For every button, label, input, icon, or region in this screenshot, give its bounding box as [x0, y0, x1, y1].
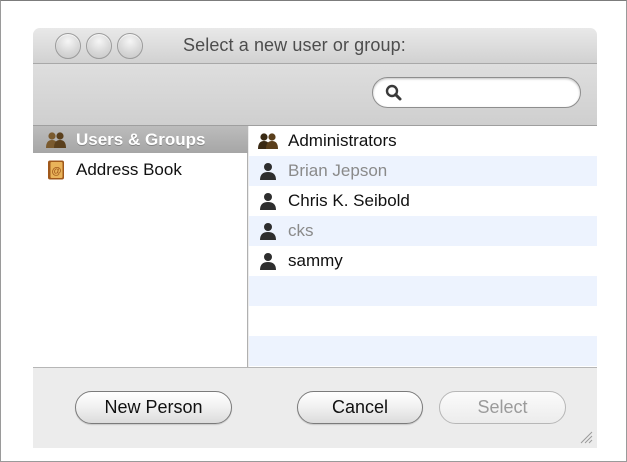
sidebar-item-label: Address Book — [76, 159, 182, 179]
title-bar: Select a new user or group: — [33, 28, 597, 64]
close-window-button[interactable] — [55, 33, 81, 59]
person-icon — [260, 223, 276, 240]
new-person-button[interactable]: New Person — [75, 391, 232, 424]
sidebar-item-users-groups[interactable]: Users & Groups — [33, 126, 248, 153]
search-field[interactable] — [372, 77, 581, 108]
address-book-icon: @ — [48, 160, 64, 179]
minimize-window-button[interactable] — [86, 33, 112, 59]
select-button[interactable]: Select — [439, 391, 566, 424]
group-icon — [258, 133, 278, 149]
list-item-label: sammy — [288, 251, 343, 270]
source-list: Users & Groups @ Address Book — [33, 126, 248, 367]
list-item-label: Administrators — [288, 131, 397, 150]
zoom-window-button[interactable] — [117, 33, 143, 59]
magnifier-icon — [385, 84, 402, 101]
user-group-list: Administrators Brian Jepson Chris K. Sei… — [249, 126, 597, 367]
empty-list-row — [249, 336, 597, 366]
select-user-dialog: Select a new user or group: Users & Grou… — [33, 28, 597, 448]
empty-list-row — [249, 276, 597, 306]
empty-list-row — [249, 306, 597, 336]
list-item-sammy[interactable]: sammy — [249, 246, 597, 276]
sidebar-item-address-book[interactable]: @ Address Book — [33, 156, 248, 183]
users-group-icon — [46, 131, 66, 148]
person-icon — [260, 193, 276, 210]
dialog-title: Select a new user or group: — [183, 35, 406, 55]
svg-text:@: @ — [52, 166, 62, 177]
list-item-administrators[interactable]: Administrators — [249, 126, 597, 156]
list-item-cks[interactable]: cks — [249, 216, 597, 246]
toolbar — [33, 64, 597, 126]
list-item-label: Brian Jepson — [288, 161, 388, 180]
button-bar: New Person Cancel Select — [33, 367, 597, 448]
screenshot-frame: Select a new user or group: Users & Grou… — [0, 0, 627, 462]
list-item-chris-k-seibold[interactable]: Chris K. Seibold — [249, 186, 597, 216]
search-input[interactable] — [407, 83, 567, 103]
person-icon — [260, 253, 276, 270]
list-item-label: Chris K. Seibold — [288, 191, 410, 210]
cancel-button[interactable]: Cancel — [297, 391, 423, 424]
sidebar-item-label: Users & Groups — [76, 129, 206, 149]
person-icon — [260, 163, 276, 180]
list-item-label: cks — [288, 221, 314, 240]
resize-grip-icon[interactable] — [579, 430, 593, 444]
list-item-brian-jepson[interactable]: Brian Jepson — [249, 156, 597, 186]
